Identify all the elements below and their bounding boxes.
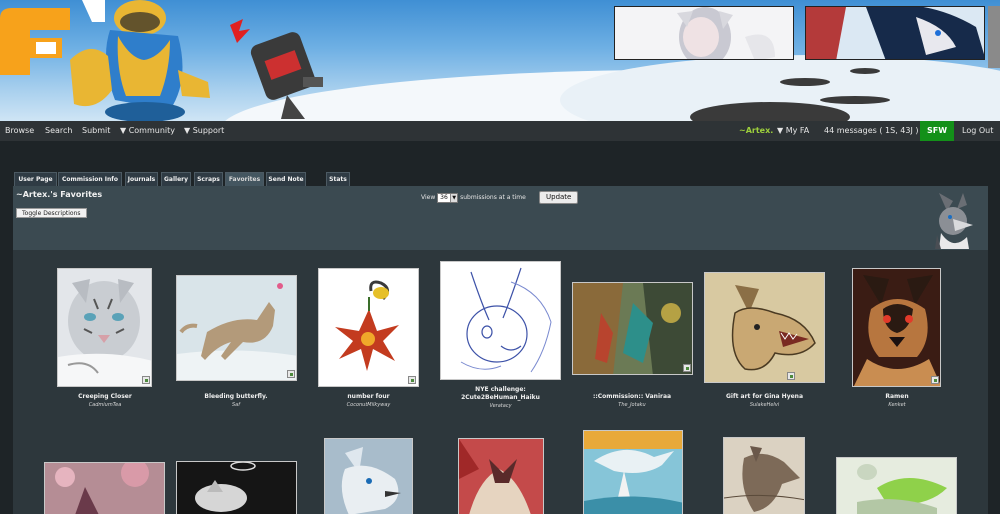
tab-favorites[interactable]: Favorites: [225, 172, 264, 187]
favorite-icon: [787, 372, 795, 380]
tab-journals[interactable]: Journals: [125, 172, 158, 186]
submission-thumbnail[interactable]: [440, 261, 561, 380]
tab-gallery[interactable]: Gallery: [161, 172, 191, 186]
favorite-icon: [931, 376, 939, 384]
submission-title[interactable]: Gift art for Gina Hyena: [704, 393, 825, 401]
submission-artist[interactable]: CoconutMilkyway: [318, 402, 419, 409]
nav-messages[interactable]: 44 messages ( 1S, 43J ): [824, 121, 919, 141]
view-count-row: View 36 ▼ submissions at a time: [421, 193, 526, 203]
submission-artist[interactable]: SulakeHelvi: [704, 402, 825, 409]
submission-thumbnail[interactable]: [324, 438, 413, 514]
rock-shape: [850, 68, 880, 74]
tab-send-note[interactable]: Send Note: [266, 172, 306, 186]
view-count-select[interactable]: 36 ▼: [437, 193, 459, 203]
banner-featured-art-1[interactable]: [614, 6, 794, 60]
view-count-value: 36: [440, 194, 448, 201]
toggle-descriptions-button[interactable]: Toggle Descriptions: [16, 208, 87, 218]
nav-logout[interactable]: Log Out: [962, 121, 993, 141]
submission-thumbnail[interactable]: [852, 268, 941, 387]
submission-title[interactable]: Bleeding butterfly.: [186, 393, 286, 401]
favorite-icon: [287, 370, 295, 378]
submission-artist[interactable]: The_Jotaku: [582, 402, 682, 409]
submission-thumbnail[interactable]: [704, 272, 825, 383]
tab-scraps[interactable]: Scraps: [194, 172, 223, 186]
site-banner[interactable]: [0, 0, 1000, 121]
dropdown-arrow-icon: ▼: [450, 194, 458, 202]
favorite-icon: [142, 376, 150, 384]
view-prefix-label: View: [421, 194, 436, 201]
update-button[interactable]: Update: [539, 191, 579, 204]
page-title: ~Artex.'s Favorites: [16, 190, 103, 199]
submission-artist[interactable]: CadmiumTea: [55, 402, 155, 409]
banner-featured-art-2[interactable]: [805, 6, 985, 60]
nav-submit[interactable]: Submit: [82, 121, 110, 141]
avatar[interactable]: [933, 191, 977, 249]
submission-thumbnail[interactable]: [723, 437, 805, 514]
robot-character: [225, 15, 335, 121]
submission-title[interactable]: Ramen: [847, 393, 947, 401]
main-navbar: Browse Search Submit ▼ Community ▼ Suppo…: [0, 121, 1000, 141]
nav-username[interactable]: ~Artex.: [739, 121, 773, 141]
submission-thumbnail[interactable]: [583, 430, 683, 514]
submission-thumbnail[interactable]: [836, 457, 957, 514]
submission-artist[interactable]: Veratacy: [445, 403, 556, 410]
submission-thumbnail[interactable]: [572, 282, 693, 375]
sfw-toggle[interactable]: SFW: [920, 121, 954, 141]
submission-thumbnail[interactable]: [176, 275, 297, 381]
submission-thumbnail[interactable]: [458, 438, 544, 514]
submission-thumbnail[interactable]: [57, 268, 152, 387]
rock-shape: [820, 96, 890, 104]
submission-artist[interactable]: Kenket: [847, 402, 947, 409]
rock-shape: [780, 78, 830, 86]
submission-title[interactable]: Creeping Closer: [55, 393, 155, 401]
tab-user-page[interactable]: User Page: [14, 172, 57, 186]
mascot-character: [60, 0, 230, 121]
favorite-icon: [683, 364, 691, 372]
banner-side-thumb[interactable]: [988, 6, 1000, 68]
view-suffix-label: submissions at a time: [460, 194, 526, 201]
submission-thumbnail[interactable]: [44, 462, 165, 514]
nav-browse[interactable]: Browse: [5, 121, 34, 141]
submission-title[interactable]: NYE challenge:: [445, 386, 556, 394]
tab-commission-info[interactable]: Commission Info: [58, 172, 122, 186]
submission-title[interactable]: ::Commission:: Vaniraa: [582, 393, 682, 401]
nav-community-menu[interactable]: ▼ Community: [120, 121, 175, 141]
nav-support-menu[interactable]: ▼ Support: [184, 121, 224, 141]
submission-title-line2[interactable]: 2Cute2BeHuman_Haiku: [445, 394, 556, 402]
submission-title[interactable]: number four: [318, 393, 419, 401]
submission-artist[interactable]: Saf: [186, 402, 286, 409]
nav-myfa-menu[interactable]: ▼ My FA: [777, 121, 809, 141]
favorite-icon: [408, 376, 416, 384]
nav-search[interactable]: Search: [45, 121, 72, 141]
tab-stats[interactable]: Stats: [326, 172, 350, 186]
favorites-header: ~Artex.'s Favorites Toggle Descriptions …: [13, 186, 988, 250]
submission-thumbnail[interactable]: [176, 461, 297, 514]
submission-thumbnail[interactable]: [318, 268, 419, 387]
